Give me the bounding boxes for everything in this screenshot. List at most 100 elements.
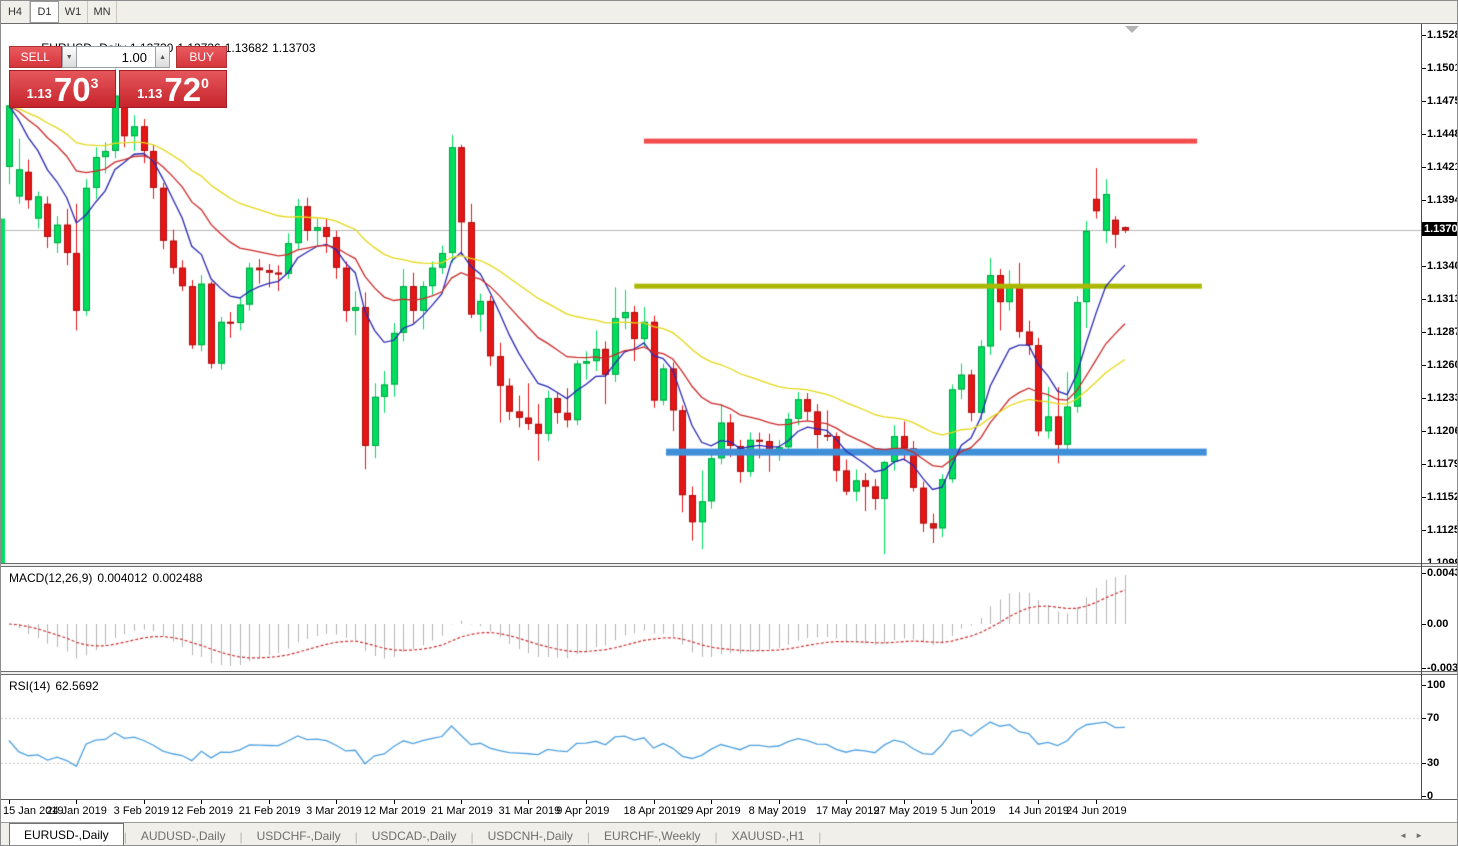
tab-scroll-arrows[interactable]: ◄► bbox=[1399, 831, 1431, 840]
date-axis-label: 27 May 2019 bbox=[873, 805, 938, 817]
date-tick bbox=[461, 800, 463, 804]
triangle-down-icon: ▼ bbox=[65, 53, 73, 61]
date-tick bbox=[653, 800, 655, 804]
date-tick bbox=[903, 800, 905, 804]
date-tick bbox=[1038, 800, 1040, 804]
chart-macd-splitter[interactable] bbox=[1, 563, 1457, 567]
chart-shift-marker-icon[interactable] bbox=[1125, 26, 1139, 33]
timeframe-toolbar: H4 D1 W1 MN bbox=[1, 1, 1457, 24]
price-axis-label: 1.12870 bbox=[1422, 326, 1457, 338]
price-axis-label: 1.15285 bbox=[1422, 29, 1457, 41]
volume-increase-button[interactable]: ▲ bbox=[154, 46, 171, 68]
current-price-label: 1.13703 bbox=[1422, 222, 1457, 237]
date-axis-label: 29 Apr 2019 bbox=[681, 805, 741, 817]
date-axis-label: 17 May 2019 bbox=[815, 805, 880, 817]
chart-tab-eurusd-daily[interactable]: EURUSD-,Daily bbox=[9, 823, 124, 845]
trading-platform-window: H4D1W1MN ▲EURUSD-,Daily1.137301.137361.1… bbox=[0, 0, 1458, 846]
price-axis-label: 1.11525 bbox=[1421, 491, 1457, 503]
macd-name: MACD(12,26,9) bbox=[9, 571, 93, 585]
price-axis-label: 1.12600 bbox=[1422, 359, 1457, 371]
date-tick bbox=[586, 800, 588, 804]
timeframe-button-w1[interactable]: W1 bbox=[59, 1, 88, 23]
rsi-axis-label: 30 bbox=[1421, 756, 1440, 769]
buy-price-display[interactable]: 1.13 72 0 bbox=[119, 70, 227, 108]
price-axis-label: 1.14210 bbox=[1422, 161, 1457, 173]
sell-price-big: 70 bbox=[53, 71, 91, 108]
chart-tab-xauusd-h1[interactable]: XAUUSD-,H1 bbox=[718, 825, 819, 845]
rsi-indicator-canvas[interactable] bbox=[1, 675, 1421, 799]
date-tick bbox=[528, 800, 530, 804]
sell-price-sup: 3 bbox=[90, 75, 99, 91]
price-axis-label: 1.14750 bbox=[1422, 95, 1457, 107]
tab-separator: | bbox=[818, 830, 822, 844]
date-axis-label: 21 Mar 2019 bbox=[431, 805, 493, 817]
rsi-axis-label: 100 bbox=[1421, 679, 1446, 691]
macd-indicator-canvas[interactable] bbox=[1, 567, 1421, 672]
date-tick bbox=[76, 800, 78, 804]
macd-axis-label: 0.00 bbox=[1421, 618, 1449, 630]
price-axis-label: 1.15015 bbox=[1422, 62, 1457, 74]
buy-button[interactable]: BUY bbox=[176, 46, 227, 68]
date-tick bbox=[711, 800, 713, 804]
price-axis-label: 1.11255 bbox=[1421, 524, 1457, 536]
price-axis-label: 1.14480 bbox=[1422, 128, 1457, 140]
sell-button[interactable]: SELL bbox=[9, 46, 62, 68]
sell-price-prefix: 1.13 bbox=[26, 86, 52, 101]
date-axis-label: 5 Jun 2019 bbox=[941, 805, 996, 817]
price-axis-label: 1.13405 bbox=[1422, 260, 1457, 272]
macd-value-main: 0.004012 bbox=[97, 571, 148, 585]
timeframe-button-mn[interactable]: MN bbox=[88, 1, 117, 23]
rsi-panel-title: RSI(14) 62.5692 bbox=[9, 679, 104, 693]
volume-decrease-button[interactable]: ▼ bbox=[61, 46, 77, 68]
chart-tab-usdcnh-daily[interactable]: USDCNH-,Daily bbox=[474, 825, 587, 845]
date-axis-label: 3 Mar 2019 bbox=[306, 805, 362, 817]
price-axis-label: 1.12330 bbox=[1422, 392, 1457, 404]
one-click-trade-panel: SELL ▼ ▲ BUY 1.13 70 3 1.13 72 0 bbox=[9, 46, 227, 108]
date-axis-label: 24 Jan 2019 bbox=[46, 805, 107, 817]
date-tick bbox=[393, 800, 395, 804]
toolbar-separator bbox=[1, 23, 1457, 24]
date-tick bbox=[845, 800, 847, 804]
date-tick bbox=[336, 800, 338, 804]
buy-price-big: 72 bbox=[164, 71, 202, 108]
price-axis-label: 1.12065 bbox=[1422, 425, 1457, 437]
date-tick bbox=[778, 800, 780, 804]
macd-rsi-splitter[interactable] bbox=[1, 671, 1457, 675]
date-tick bbox=[1096, 800, 1098, 804]
rsi-name: RSI(14) bbox=[9, 679, 51, 693]
chart-tab-usdchf-daily[interactable]: USDCHF-,Daily bbox=[243, 825, 355, 845]
date-axis-label: 21 Feb 2019 bbox=[238, 805, 301, 817]
sell-price-display[interactable]: 1.13 70 3 bbox=[9, 70, 116, 108]
date-axis-label: 3 Feb 2019 bbox=[113, 805, 170, 817]
date-tick bbox=[9, 800, 10, 804]
timeframe-button-d1[interactable]: D1 bbox=[30, 1, 59, 23]
price-axis-label: 1.13135 bbox=[1422, 293, 1457, 305]
date-axis-label: 12 Mar 2019 bbox=[363, 805, 426, 817]
date-tick bbox=[268, 800, 270, 804]
date-axis: 15 Jan 2019 24 Jan 2019 3 Feb 2019 12 Feb 2… bbox=[1, 799, 1457, 822]
date-axis-label: 18 Apr 2019 bbox=[623, 805, 683, 817]
date-axis-label: 12 Feb 2019 bbox=[171, 805, 234, 817]
volume-input[interactable] bbox=[76, 46, 155, 68]
rsi-axis-label: 70 bbox=[1421, 712, 1440, 725]
ohlc-low: 1.13682 bbox=[224, 41, 269, 55]
price-axis-label: 1.11795 bbox=[1421, 458, 1457, 470]
macd-value-signal: 0.002488 bbox=[152, 571, 203, 585]
chart-tab-bar: EURUSD-,Daily | AUDUSD-,Daily | USDCHF-,Dail… bbox=[1, 822, 1457, 845]
date-tick bbox=[143, 800, 145, 804]
chart-tab-eurchf-weekly[interactable]: EURCHF-,Weekly bbox=[590, 825, 714, 845]
ohlc-close: 1.13703 bbox=[272, 41, 316, 55]
date-axis-label: 24 Jun 2019 bbox=[1066, 805, 1127, 817]
date-axis-label: 9 Apr 2019 bbox=[556, 805, 610, 817]
price-axis: 1.15285 1.15015 1.14750 1.14480 1.14210 1.139… bbox=[1421, 24, 1457, 802]
macd-panel-title: MACD(12,26,9) 0.004012 0.002488 bbox=[9, 571, 208, 585]
price-axis-label: 1.13945 bbox=[1422, 194, 1457, 206]
date-tick bbox=[201, 800, 203, 804]
chart-tab-usdcad-daily[interactable]: USDCAD-,Daily bbox=[358, 825, 471, 845]
buy-price-prefix: 1.13 bbox=[137, 86, 163, 101]
rsi-value: 62.5692 bbox=[55, 679, 99, 693]
timeframe-button-h4[interactable]: H4 bbox=[1, 1, 30, 23]
date-axis-label: 14 Jun 2019 bbox=[1008, 805, 1069, 817]
date-axis-label: 31 Mar 2019 bbox=[498, 805, 561, 817]
chart-tab-audusd-daily[interactable]: AUDUSD-,Daily bbox=[127, 825, 240, 845]
